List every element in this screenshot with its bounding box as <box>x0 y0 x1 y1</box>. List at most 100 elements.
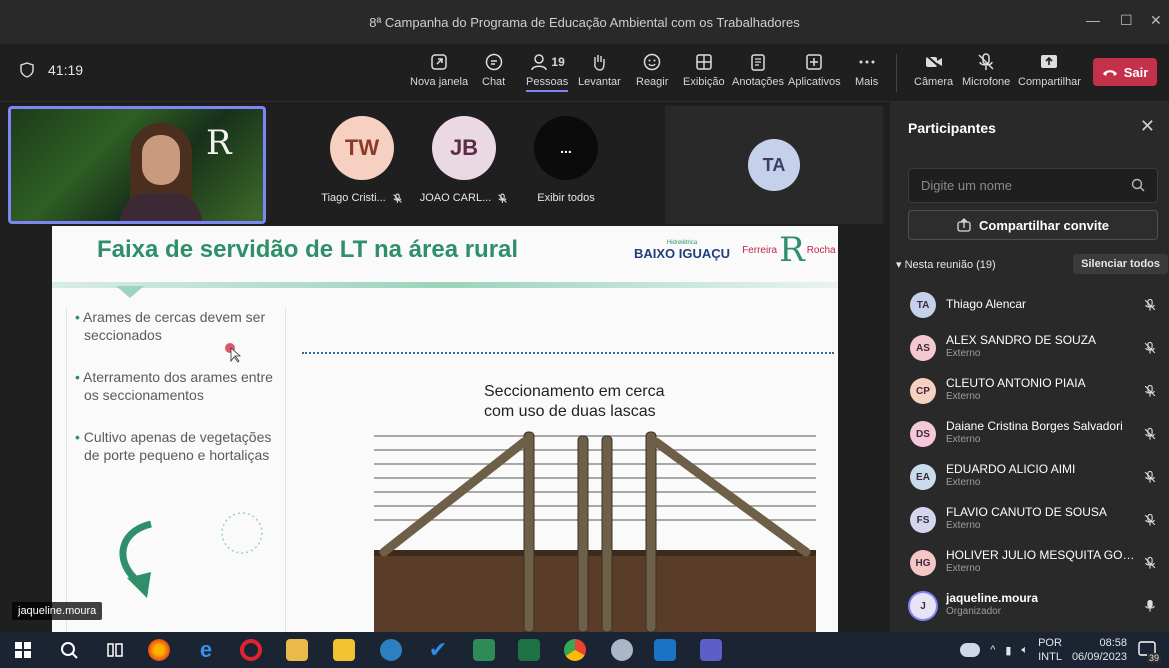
participant-tile-tw[interactable]: TW Tiago Cristi... <box>312 116 412 204</box>
raise-hand-button[interactable]: Levantar <box>578 52 621 88</box>
share-button[interactable]: Compartilhar <box>1018 52 1081 88</box>
participant-role: Organizador <box>946 606 1002 617</box>
mic-off-icon <box>1144 384 1156 397</box>
avatar: DS <box>910 421 936 447</box>
participant-row[interactable]: CP CLEUTO ANTONIO PIAIA Externo <box>890 370 1169 413</box>
bullet-item: • Cultivo apenas de vegetações de porte … <box>75 429 272 463</box>
react-icon <box>643 53 661 71</box>
notes-button[interactable]: Anotações <box>732 52 784 88</box>
share-icon <box>1041 55 1058 68</box>
slide-logos: Hidrelétrica BAIXO IGUAÇU Ferreira R Roc… <box>634 230 836 270</box>
participant-row[interactable]: DS Daiane Cristina Borges Salvadori Extern… <box>890 413 1169 456</box>
clock[interactable]: 08:58 06/09/2023 <box>1072 636 1127 664</box>
participant-search-input[interactable]: Digite um nome <box>908 168 1158 203</box>
app-icon[interactable] <box>473 639 495 661</box>
search-icon[interactable] <box>58 639 80 661</box>
new-window-button[interactable]: Nova janela <box>410 52 468 88</box>
participant-row[interactable]: Jjaqueline.moura Organizador <box>890 585 1169 628</box>
baixo-iguacu-logo: Hidrelétrica BAIXO IGUAÇU <box>634 239 731 261</box>
notifications-icon[interactable]: 39 <box>1137 639 1161 663</box>
active-speaker-tile[interactable]: TA <box>665 106 883 224</box>
task-view-icon[interactable] <box>104 639 126 661</box>
file-explorer-icon[interactable] <box>333 639 355 661</box>
share-invite-button[interactable]: Compartilhar convite <box>908 210 1158 240</box>
outlook-icon[interactable] <box>654 639 676 661</box>
mic-off-icon <box>392 193 402 203</box>
camera-off-icon <box>924 54 943 70</box>
self-video[interactable]: R <box>8 106 266 224</box>
participant-name: JOAO CARL... <box>419 192 492 204</box>
mute-all-button[interactable]: Silenciar todos <box>1073 254 1168 274</box>
in-meeting-toggle[interactable]: ▾ Nesta reunião (19) <box>896 258 996 271</box>
decorative-circle-icon <box>221 512 263 554</box>
avatar: CP <box>910 378 936 404</box>
slide-dotted-line <box>302 352 834 354</box>
language-indicator[interactable]: POR INTL <box>1038 636 1062 664</box>
avatar: TA <box>910 292 936 318</box>
chat-button[interactable]: Chat <box>482 52 505 88</box>
avatar: J <box>910 593 936 619</box>
view-button[interactable]: Exibição <box>683 52 725 88</box>
more-button[interactable]: Mais <box>855 52 878 88</box>
mic-off-icon <box>1144 513 1156 526</box>
avatar: AS <box>910 335 936 361</box>
network-icon[interactable]: ▮ <box>1005 644 1011 657</box>
shared-presentation-slide: Faixa de servidão de LT na área rural Hi… <box>52 226 838 632</box>
react-button[interactable]: Reagir <box>636 52 668 88</box>
participant-role: Externo <box>946 520 981 531</box>
participant-tile-jb[interactable]: JB JOAO CARL... <box>414 116 514 204</box>
mic-icon <box>1145 599 1155 612</box>
participant-row[interactable]: EA EDUARDO ALICIO AIMI Externo <box>890 456 1169 499</box>
participant-row[interactable]: FS FLAVIO CANUTO DE SOUSA Externo <box>890 499 1169 542</box>
title-bar: 8ª Campanha do Programa de Educação Ambi… <box>0 0 1169 44</box>
meeting-timer: 41:19 <box>20 62 83 78</box>
chrome-icon[interactable] <box>564 639 586 661</box>
ie-icon[interactable]: e <box>195 637 217 662</box>
magnifier-icon[interactable] <box>380 639 402 661</box>
leave-button[interactable]: Sair <box>1093 58 1157 86</box>
chevron-down-icon: ▾ <box>896 258 905 271</box>
people-count-badge: 19 <box>551 55 565 69</box>
participant-name: Thiago Alencar <box>946 297 1027 311</box>
firefox-icon[interactable] <box>148 639 170 661</box>
weather-icon[interactable] <box>960 643 981 657</box>
opera-icon[interactable] <box>240 639 262 661</box>
hang-up-icon <box>1102 70 1117 76</box>
avatar: FS <box>910 507 936 533</box>
avatar: EA <box>910 464 936 490</box>
bullet-item: • Arames de cercas devem ser seccionados <box>75 309 266 343</box>
bullet-item: • Aterramento dos arames entre os seccio… <box>75 369 273 403</box>
snipping-tool-icon[interactable] <box>611 639 633 661</box>
view-all-tile[interactable]: ... Exibir todos <box>516 116 616 204</box>
raise-hand-icon <box>594 55 606 71</box>
store-icon[interactable] <box>286 639 308 661</box>
meeting-toolbar: 41:19 Nova janela Chat 19 Pessoas Levant… <box>0 44 1169 102</box>
minimize-icon[interactable]: — <box>1086 12 1100 28</box>
toolbar-divider <box>896 54 897 92</box>
avatar: TA <box>748 139 800 191</box>
maximize-icon[interactable]: ☐ <box>1120 12 1133 29</box>
camera-button[interactable]: Câmera <box>914 52 953 88</box>
more-participants-icon: ... <box>534 116 598 180</box>
microphone-button[interactable]: Microfone <box>962 52 1010 88</box>
people-button[interactable]: 19 Pessoas <box>526 52 569 92</box>
slide-divider <box>52 282 838 288</box>
mic-off-icon <box>498 193 508 203</box>
participant-row[interactable]: TA Thiago Alencar <box>890 284 1169 327</box>
teams-icon[interactable] <box>700 639 722 661</box>
slide-notch <box>116 286 144 298</box>
windows-start-icon[interactable] <box>12 639 34 661</box>
close-window-icon[interactable]: ✕ <box>1150 12 1162 29</box>
close-icon[interactable]: ✕ <box>1140 116 1155 137</box>
chevron-up-icon[interactable]: ^ <box>990 644 995 656</box>
excel-icon[interactable] <box>518 639 540 661</box>
volume-icon[interactable]: 🔈︎ <box>1021 644 1028 657</box>
new-window-icon <box>431 54 447 70</box>
todo-icon[interactable]: ✔ <box>427 637 449 662</box>
participant-name: CLEUTO ANTONIO PIAIA <box>946 376 1086 390</box>
participant-row[interactable]: HG HOLIVER JULIO MESQUITA GON... Externo <box>890 542 1169 585</box>
slide-bullets: • Arames de cercas devem ser seccionados… <box>66 308 286 632</box>
participant-row[interactable]: AS ALEX SANDRO DE SOUZA Externo <box>890 327 1169 370</box>
view-icon <box>696 54 712 70</box>
apps-button[interactable]: Aplicativos <box>788 52 841 88</box>
